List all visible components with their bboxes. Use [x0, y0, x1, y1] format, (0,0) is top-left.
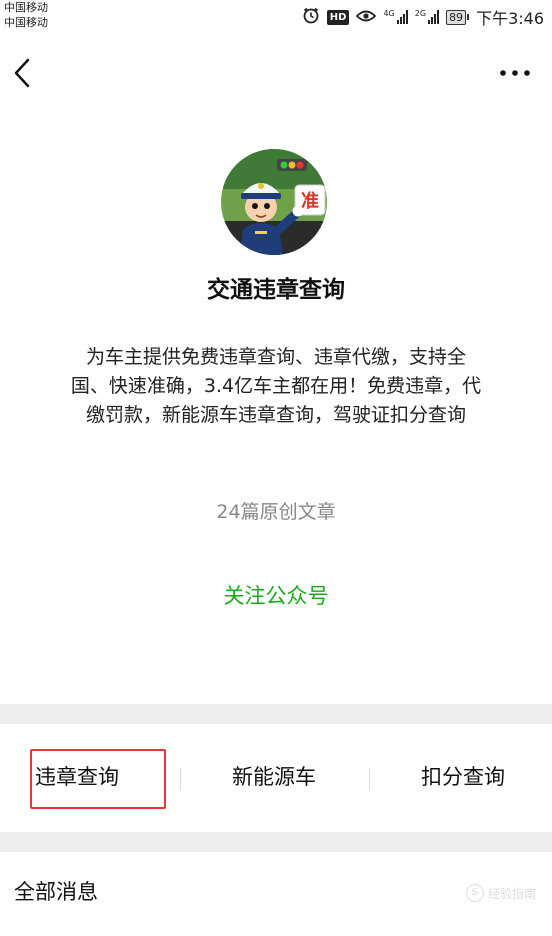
watermark-logo-icon: S	[465, 884, 484, 902]
carrier-1: 中国移动	[4, 1, 48, 14]
signal-2: 2G	[414, 9, 440, 24]
battery-level: 89	[446, 9, 467, 25]
menu-new-energy-vehicle[interactable]: 新能源车	[200, 752, 348, 802]
menu-divider	[369, 768, 370, 790]
signal-bars-icon	[428, 10, 440, 24]
custom-menu-bar: 违章查询 新能源车 扣分查询	[0, 724, 552, 832]
network-1-label: 4G	[383, 9, 395, 18]
avatar-sign-text: 准	[301, 190, 319, 212]
signal-bars-icon	[396, 10, 408, 24]
watermark-text: 经验指南	[487, 886, 536, 901]
clock: 下午3:46	[476, 9, 544, 28]
account-avatar: 准	[221, 149, 327, 255]
all-messages-title: 全部消息	[14, 880, 98, 904]
carrier-names: 中国移动 中国移动	[4, 0, 48, 30]
network-2-label: 2G	[414, 9, 427, 18]
watermark: S 经验指南	[465, 884, 536, 902]
alarm-icon	[302, 6, 320, 28]
hd-badge: HD	[326, 9, 350, 25]
section-divider	[0, 832, 552, 852]
article-count[interactable]: 24篇原创文章	[0, 497, 552, 524]
account-name: 交通违章查询	[207, 277, 345, 303]
carrier-2: 中国移动	[4, 16, 48, 29]
chevron-left-icon	[14, 58, 30, 88]
eye-icon	[356, 8, 377, 27]
back-button[interactable]	[10, 56, 38, 90]
status-icons: HD 4G 2G 89 下午3:46	[302, 6, 544, 28]
status-bar: 中国移动 中国移动 HD 4G 2G 89 下午3:46	[0, 0, 552, 34]
signal-1: 4G	[383, 9, 408, 24]
more-horizontal-icon	[500, 70, 530, 76]
traffic-police-avatar-icon: 准	[221, 149, 327, 255]
all-messages-section: 全部消息 S 经验指南	[0, 852, 552, 936]
highlight-annotation-box	[30, 749, 166, 809]
battery-icon: 89	[446, 9, 470, 25]
menu-divider	[180, 768, 181, 790]
follow-button[interactable]: 关注公众号	[176, 580, 376, 610]
section-divider	[0, 704, 552, 724]
account-description: 为车主提供免费违章查询、违章代缴，支持全国、快速准确，3.4亿车主都在用！免费违…	[70, 346, 482, 426]
more-options-button[interactable]	[498, 62, 532, 84]
menu-points-query[interactable]: 扣分查询	[390, 752, 536, 802]
